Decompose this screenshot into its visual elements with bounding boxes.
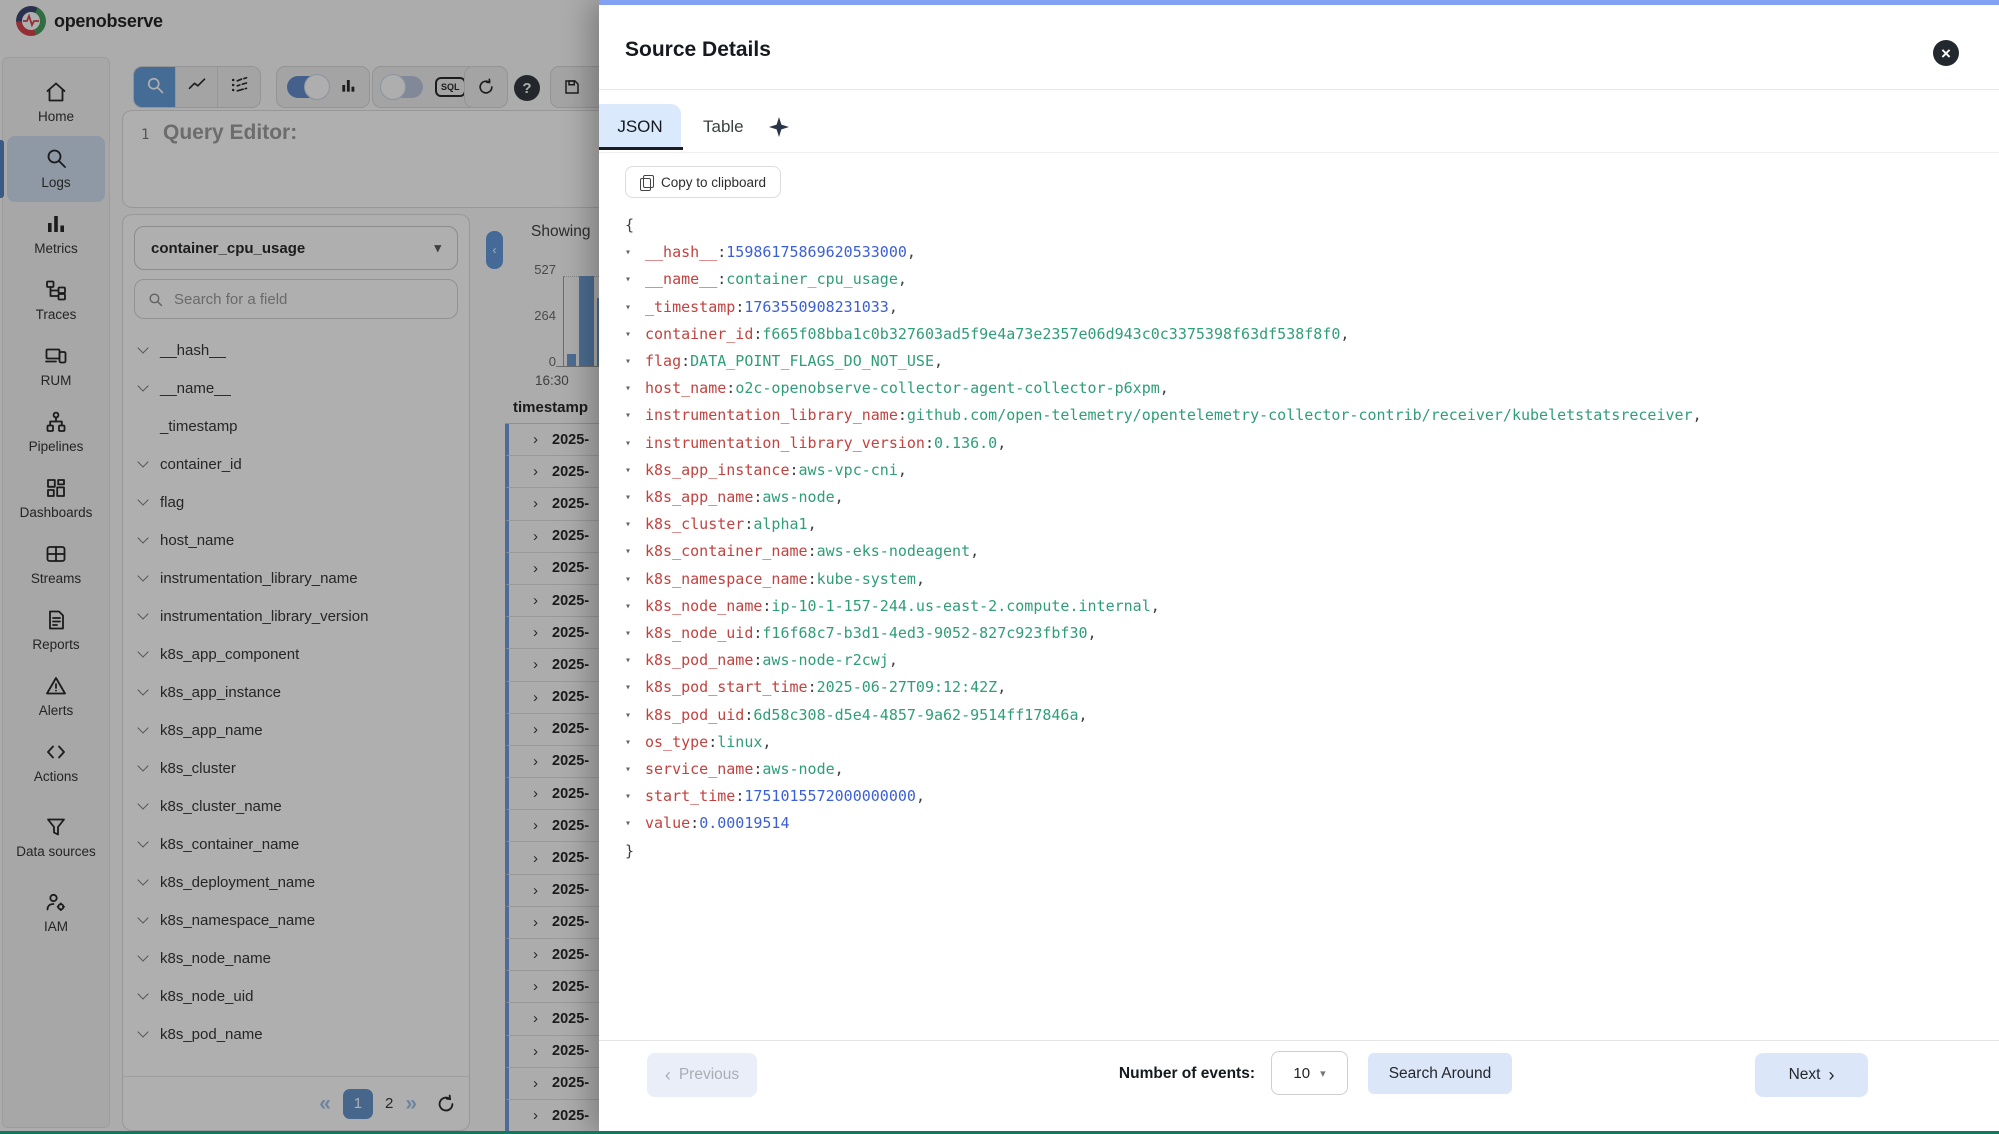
- json-entry-k8s_node_uid: ▾k8s_node_uid:f16f68c7-b3d1-4ed3-9052-82…: [625, 620, 1702, 647]
- expand-triangle-icon[interactable]: ▾: [625, 538, 645, 565]
- expand-triangle-icon[interactable]: ▾: [625, 647, 645, 674]
- search-around-button[interactable]: Search Around: [1368, 1053, 1512, 1094]
- expand-triangle-icon[interactable]: ▾: [625, 620, 645, 647]
- expand-triangle-icon[interactable]: ▾: [625, 348, 645, 375]
- json-entry-value: ▾value:0.00019514: [625, 810, 1702, 837]
- json-entry-os_type: ▾os_type:linux,: [625, 729, 1702, 756]
- json-entry-host_name: ▾host_name:o2c-openobserve-collector-age…: [625, 375, 1702, 402]
- next-button[interactable]: Next ›: [1755, 1053, 1868, 1097]
- json-entry-k8s_app_name: ▾k8s_app_name:aws-node,: [625, 484, 1702, 511]
- drawer-accent-strip: [599, 0, 1999, 5]
- divider: [599, 89, 1999, 90]
- search-around-label: Search Around: [1389, 1065, 1492, 1083]
- copy-to-clipboard-button[interactable]: Copy to clipboard: [625, 166, 781, 198]
- expand-triangle-icon[interactable]: ▾: [625, 566, 645, 593]
- chevron-down-icon: ▾: [1320, 1067, 1326, 1080]
- events-count-select[interactable]: 10 ▾: [1271, 1051, 1348, 1095]
- json-entry-service_name: ▾service_name:aws-node,: [625, 756, 1702, 783]
- expand-triangle-icon[interactable]: ▾: [625, 402, 645, 429]
- json-entry-k8s_pod_start_time: ▾k8s_pod_start_time:2025-06-27T09:12:42Z…: [625, 674, 1702, 701]
- expand-triangle-icon[interactable]: ▾: [625, 375, 645, 402]
- expand-triangle-icon[interactable]: ▾: [625, 593, 645, 620]
- chevron-right-icon: ›: [1828, 1066, 1834, 1084]
- expand-triangle-icon[interactable]: ▾: [625, 702, 645, 729]
- expand-triangle-icon[interactable]: ▾: [625, 810, 645, 837]
- divider: [599, 1040, 1999, 1041]
- json-entry-_timestamp: ▾_timestamp:1763550908231033,: [625, 294, 1702, 321]
- previous-button-label: Previous: [679, 1066, 739, 1084]
- source-details-drawer: Source Details × JSON Table Copy to clip…: [599, 0, 1999, 1134]
- expand-triangle-icon[interactable]: ▾: [625, 239, 645, 266]
- copy-icon: [640, 175, 653, 190]
- json-entry-k8s_pod_uid: ▾k8s_pod_uid:6d58c308-d5e4-4857-9a62-951…: [625, 702, 1702, 729]
- previous-button[interactable]: ‹ Previous: [647, 1053, 757, 1097]
- json-entry-__name__: ▾__name__:container_cpu_usage,: [625, 266, 1702, 293]
- events-count-value: 10: [1293, 1065, 1310, 1082]
- json-entry-k8s_node_name: ▾k8s_node_name:ip-10-1-157-244.us-east-2…: [625, 593, 1702, 620]
- expand-triangle-icon[interactable]: ▾: [625, 457, 645, 484]
- close-icon: ×: [1941, 45, 1951, 62]
- json-entry-k8s_namespace_name: ▾k8s_namespace_name:kube-system,: [625, 566, 1702, 593]
- drawer-tabs: JSON Table: [599, 104, 1999, 150]
- ai-sparkle-icon[interactable]: [767, 115, 791, 139]
- json-entry-k8s_cluster: ▾k8s_cluster:alpha1,: [625, 511, 1702, 538]
- expand-triangle-icon[interactable]: ▾: [625, 321, 645, 348]
- divider: [599, 152, 1999, 153]
- active-tab-underline: [599, 147, 683, 150]
- copy-button-label: Copy to clipboard: [661, 175, 766, 190]
- json-entry-__hash__: ▾__hash__:15986175869620533000,: [625, 239, 1702, 266]
- number-of-events-label: Number of events:: [1039, 1065, 1255, 1083]
- expand-triangle-icon[interactable]: ▾: [625, 266, 645, 293]
- json-entry-k8s_container_name: ▾k8s_container_name:aws-eks-nodeagent,: [625, 538, 1702, 565]
- json-viewer: { ▾__hash__:15986175869620533000, ▾__nam…: [625, 212, 1702, 865]
- json-open-brace: {: [625, 212, 1702, 239]
- drawer-title: Source Details: [625, 38, 771, 62]
- json-entry-k8s_app_instance: ▾k8s_app_instance:aws-vpc-cni,: [625, 457, 1702, 484]
- expand-triangle-icon[interactable]: ▾: [625, 484, 645, 511]
- expand-triangle-icon[interactable]: ▾: [625, 674, 645, 701]
- expand-triangle-icon[interactable]: ▾: [625, 729, 645, 756]
- expand-triangle-icon[interactable]: ▾: [625, 294, 645, 321]
- json-entry-k8s_pod_name: ▾k8s_pod_name:aws-node-r2cwj,: [625, 647, 1702, 674]
- expand-triangle-icon[interactable]: ▾: [625, 756, 645, 783]
- json-entry-instrumentation_library_version: ▾instrumentation_library_version:0.136.0…: [625, 430, 1702, 457]
- tab-json[interactable]: JSON: [599, 104, 681, 150]
- json-entry-start_time: ▾start_time:1751015572000000000,: [625, 783, 1702, 810]
- expand-triangle-icon[interactable]: ▾: [625, 511, 645, 538]
- json-entry-flag: ▾flag:DATA_POINT_FLAGS_DO_NOT_USE,: [625, 348, 1702, 375]
- expand-triangle-icon[interactable]: ▾: [625, 783, 645, 810]
- expand-triangle-icon[interactable]: ▾: [625, 430, 645, 457]
- tab-table[interactable]: Table: [695, 104, 752, 150]
- json-entry-container_id: ▾container_id:f665f08bba1c0b327603ad5f9e…: [625, 321, 1702, 348]
- chevron-left-icon: ‹: [665, 1066, 671, 1084]
- close-drawer-button[interactable]: ×: [1933, 40, 1959, 66]
- json-entry-instrumentation_library_name: ▾instrumentation_library_name:github.com…: [625, 402, 1702, 429]
- json-close-brace: }: [625, 838, 1702, 865]
- next-button-label: Next: [1789, 1066, 1821, 1084]
